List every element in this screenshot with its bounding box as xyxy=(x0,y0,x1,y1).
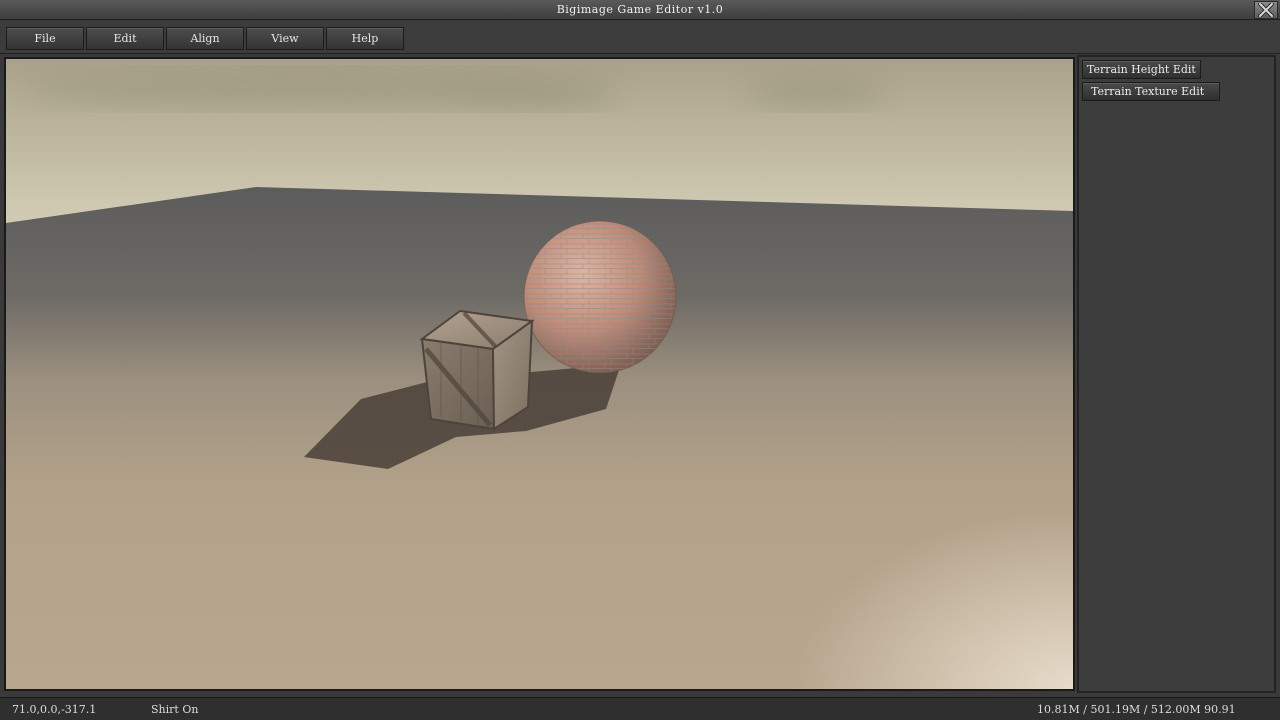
brick-sphere xyxy=(523,220,677,374)
menu-file[interactable]: File xyxy=(6,27,84,50)
menu-view[interactable]: View xyxy=(246,27,324,50)
close-button[interactable] xyxy=(1254,1,1278,19)
menu-bar: File Edit Align View Help xyxy=(0,21,1280,54)
camera-coordinates: 71.0,0.0,-317.1 xyxy=(12,703,97,716)
status-mode: Shirt On xyxy=(151,703,199,716)
memory-stats: 10.81M / 501.19M / 512.00M 90.91 xyxy=(1037,703,1236,716)
status-bar: 71.0,0.0,-317.1 Shirt On 10.81M / 501.19… xyxy=(0,697,1280,720)
editor-window: Bigimage Game Editor v1.0 File Edit Alig… xyxy=(0,0,1280,720)
window-title: Bigimage Game Editor v1.0 xyxy=(556,3,724,16)
menu-edit[interactable]: Edit xyxy=(86,27,164,50)
wooden-crate xyxy=(419,309,535,431)
terrain-texture-edit-button[interactable]: Terrain Texture Edit xyxy=(1082,82,1220,101)
close-x-icon xyxy=(1258,3,1274,17)
tool-panel: Terrain Height Edit Terrain Texture Edit xyxy=(1077,55,1276,693)
menu-help[interactable]: Help xyxy=(326,27,404,50)
title-bar[interactable]: Bigimage Game Editor v1.0 xyxy=(0,0,1280,20)
menu-align[interactable]: Align xyxy=(166,27,244,50)
terrain-height-edit-button[interactable]: Terrain Height Edit xyxy=(1082,60,1201,79)
scene-render xyxy=(6,59,1073,689)
scene-viewport[interactable] xyxy=(4,57,1075,691)
